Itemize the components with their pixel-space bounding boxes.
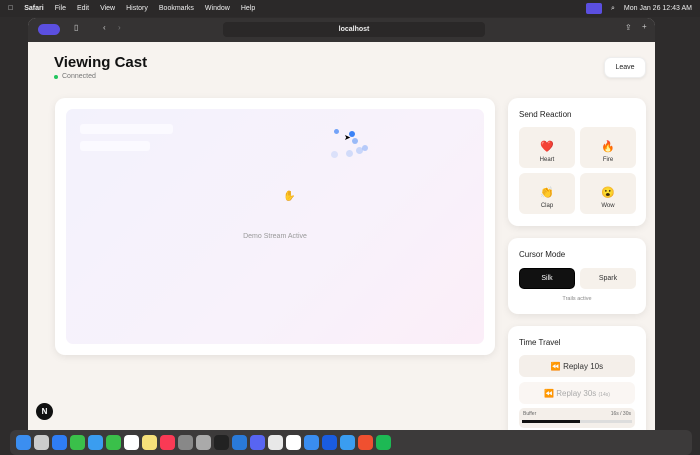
menu-window[interactable]: Window [205, 5, 230, 12]
mode-silk-button[interactable]: Silk [519, 268, 575, 289]
dock-app-icon[interactable] [250, 435, 265, 450]
remote-cursor-icon: ➤ [344, 133, 351, 142]
status-text: Connected [62, 73, 96, 80]
cursor-trail-dot [346, 150, 353, 157]
back-icon[interactable]: ‹ [103, 23, 106, 32]
dock-app-icon[interactable] [106, 435, 121, 450]
apple-icon[interactable]:  [8, 5, 13, 12]
dock-app-icon[interactable] [52, 435, 67, 450]
menu-history[interactable]: History [126, 5, 148, 12]
card-title: Cursor Mode [519, 250, 566, 259]
buffer-bar [522, 420, 632, 423]
stream-card: ➤ ✋ Demo Stream Active [55, 98, 495, 355]
dock-app-icon[interactable] [214, 435, 229, 450]
buffer-fill [522, 420, 581, 423]
skeleton-line [80, 124, 173, 134]
stream-view[interactable]: ➤ ✋ Demo Stream Active [66, 109, 484, 344]
dock-app-icon[interactable] [340, 435, 355, 450]
reaction-heart-button[interactable]: ❤️ Heart [519, 127, 575, 168]
dock-app-icon[interactable] [286, 435, 301, 450]
dock-app-icon[interactable] [34, 435, 49, 450]
dock-app-icon[interactable] [178, 435, 193, 450]
cast-status-icon[interactable] [585, 3, 602, 14]
dock-app-icon[interactable] [70, 435, 85, 450]
cursor-trail-dot [334, 129, 339, 134]
reaction-label: Fire [602, 157, 614, 163]
status-dot-icon [54, 74, 58, 79]
cast-extension-icon[interactable] [38, 24, 60, 35]
cursor-trail-dot [352, 138, 358, 144]
buffer-panel: Buffer 16s / 30s [519, 408, 635, 428]
dock-app-icon[interactable] [16, 435, 31, 450]
dock-app-icon[interactable] [196, 435, 211, 450]
dock-app-icon[interactable] [88, 435, 103, 450]
wow-icon: 😮 [601, 187, 615, 199]
menu-bar:  Safari File Edit View History Bookmark… [0, 0, 700, 17]
replay-30s-note: (14s) [598, 391, 610, 398]
sidebar-icon[interactable]: ▯ [74, 23, 78, 32]
replay-30s-button: ⏪ Replay 30s (14s) [519, 382, 635, 404]
buffer-value: 16s / 30s [610, 411, 631, 417]
card-title: Send Reaction [519, 110, 572, 119]
time-travel-card: Time Travel ⏪ Replay 10s ⏪ Replay 30s (1… [508, 326, 646, 430]
dock-app-icon[interactable] [268, 435, 283, 450]
address-bar[interactable]: localhost [223, 22, 485, 37]
new-tab-icon[interactable]: + [642, 22, 647, 31]
reaction-label: Clap [540, 203, 554, 209]
menu-edit[interactable]: Edit [77, 5, 89, 12]
menu-file[interactable]: File [55, 5, 66, 12]
skeleton-line [80, 141, 150, 151]
replay-30s-label: ⏪ Replay 30s [544, 388, 597, 398]
reaction-clap-button[interactable]: 👏 Clap [519, 173, 575, 214]
card-title: Time Travel [519, 338, 561, 347]
buffer-label: Buffer [523, 411, 537, 417]
dock-app-icon[interactable] [124, 435, 139, 450]
menu-app[interactable]: Safari [24, 5, 43, 12]
leave-button[interactable]: Leave [604, 57, 646, 78]
connection-status: Connected [54, 73, 96, 80]
search-icon[interactable]: ⌕ [611, 5, 615, 13]
mode-spark-button[interactable]: Spark [580, 268, 636, 289]
url-text: localhost [338, 26, 370, 33]
safari-window: ▯ ‹ › localhost ⇪ + Viewing Cast Connect… [28, 18, 655, 430]
dock-app-icon[interactable] [358, 435, 373, 450]
menu-bookmarks[interactable]: Bookmarks [159, 5, 194, 12]
page: Viewing Cast Connected Leave ➤ ✋ Demo St… [28, 42, 655, 430]
page-title: Viewing Cast [54, 54, 148, 71]
clap-icon: 👏 [540, 187, 554, 199]
fire-icon: 🔥 [601, 141, 615, 153]
cursor-mode-card: Cursor Mode Silk Spark Trails active [508, 238, 646, 314]
send-reaction-card: Send Reaction ❤️ Heart 🔥 Fire 👏 Clap 😮 Wow [508, 98, 646, 226]
dock-app-icon[interactable] [142, 435, 157, 450]
dock-app-icon[interactable] [304, 435, 319, 450]
dock-app-icon[interactable] [232, 435, 247, 450]
cursor-trail-dot [331, 151, 338, 158]
reaction-wow-button[interactable]: 😮 Wow [580, 173, 636, 214]
dock-app-icon[interactable] [376, 435, 391, 450]
cursor-trail-dot [356, 147, 363, 154]
hand-cursor-icon: ✋ [283, 191, 296, 202]
nextjs-badge[interactable]: N [36, 403, 53, 420]
reaction-label: Wow [601, 203, 615, 209]
browser-toolbar: ▯ ‹ › localhost ⇪ + [28, 18, 655, 42]
forward-icon: › [118, 23, 121, 32]
mode-note: Trails active [562, 296, 592, 302]
clock[interactable]: Mon Jan 26 12:43 AM [624, 5, 692, 12]
share-icon[interactable]: ⇪ [625, 23, 632, 32]
stream-status-text: Demo Stream Active [243, 233, 307, 240]
dock-app-icon[interactable] [160, 435, 175, 450]
reaction-label: Heart [539, 157, 555, 163]
dock-app-icon[interactable] [322, 435, 337, 450]
dock [10, 430, 692, 455]
menu-help[interactable]: Help [241, 5, 255, 12]
replay-10s-button[interactable]: ⏪ Replay 10s [519, 355, 635, 377]
menu-view[interactable]: View [100, 5, 115, 12]
reaction-fire-button[interactable]: 🔥 Fire [580, 127, 636, 168]
heart-icon: ❤️ [540, 141, 554, 153]
